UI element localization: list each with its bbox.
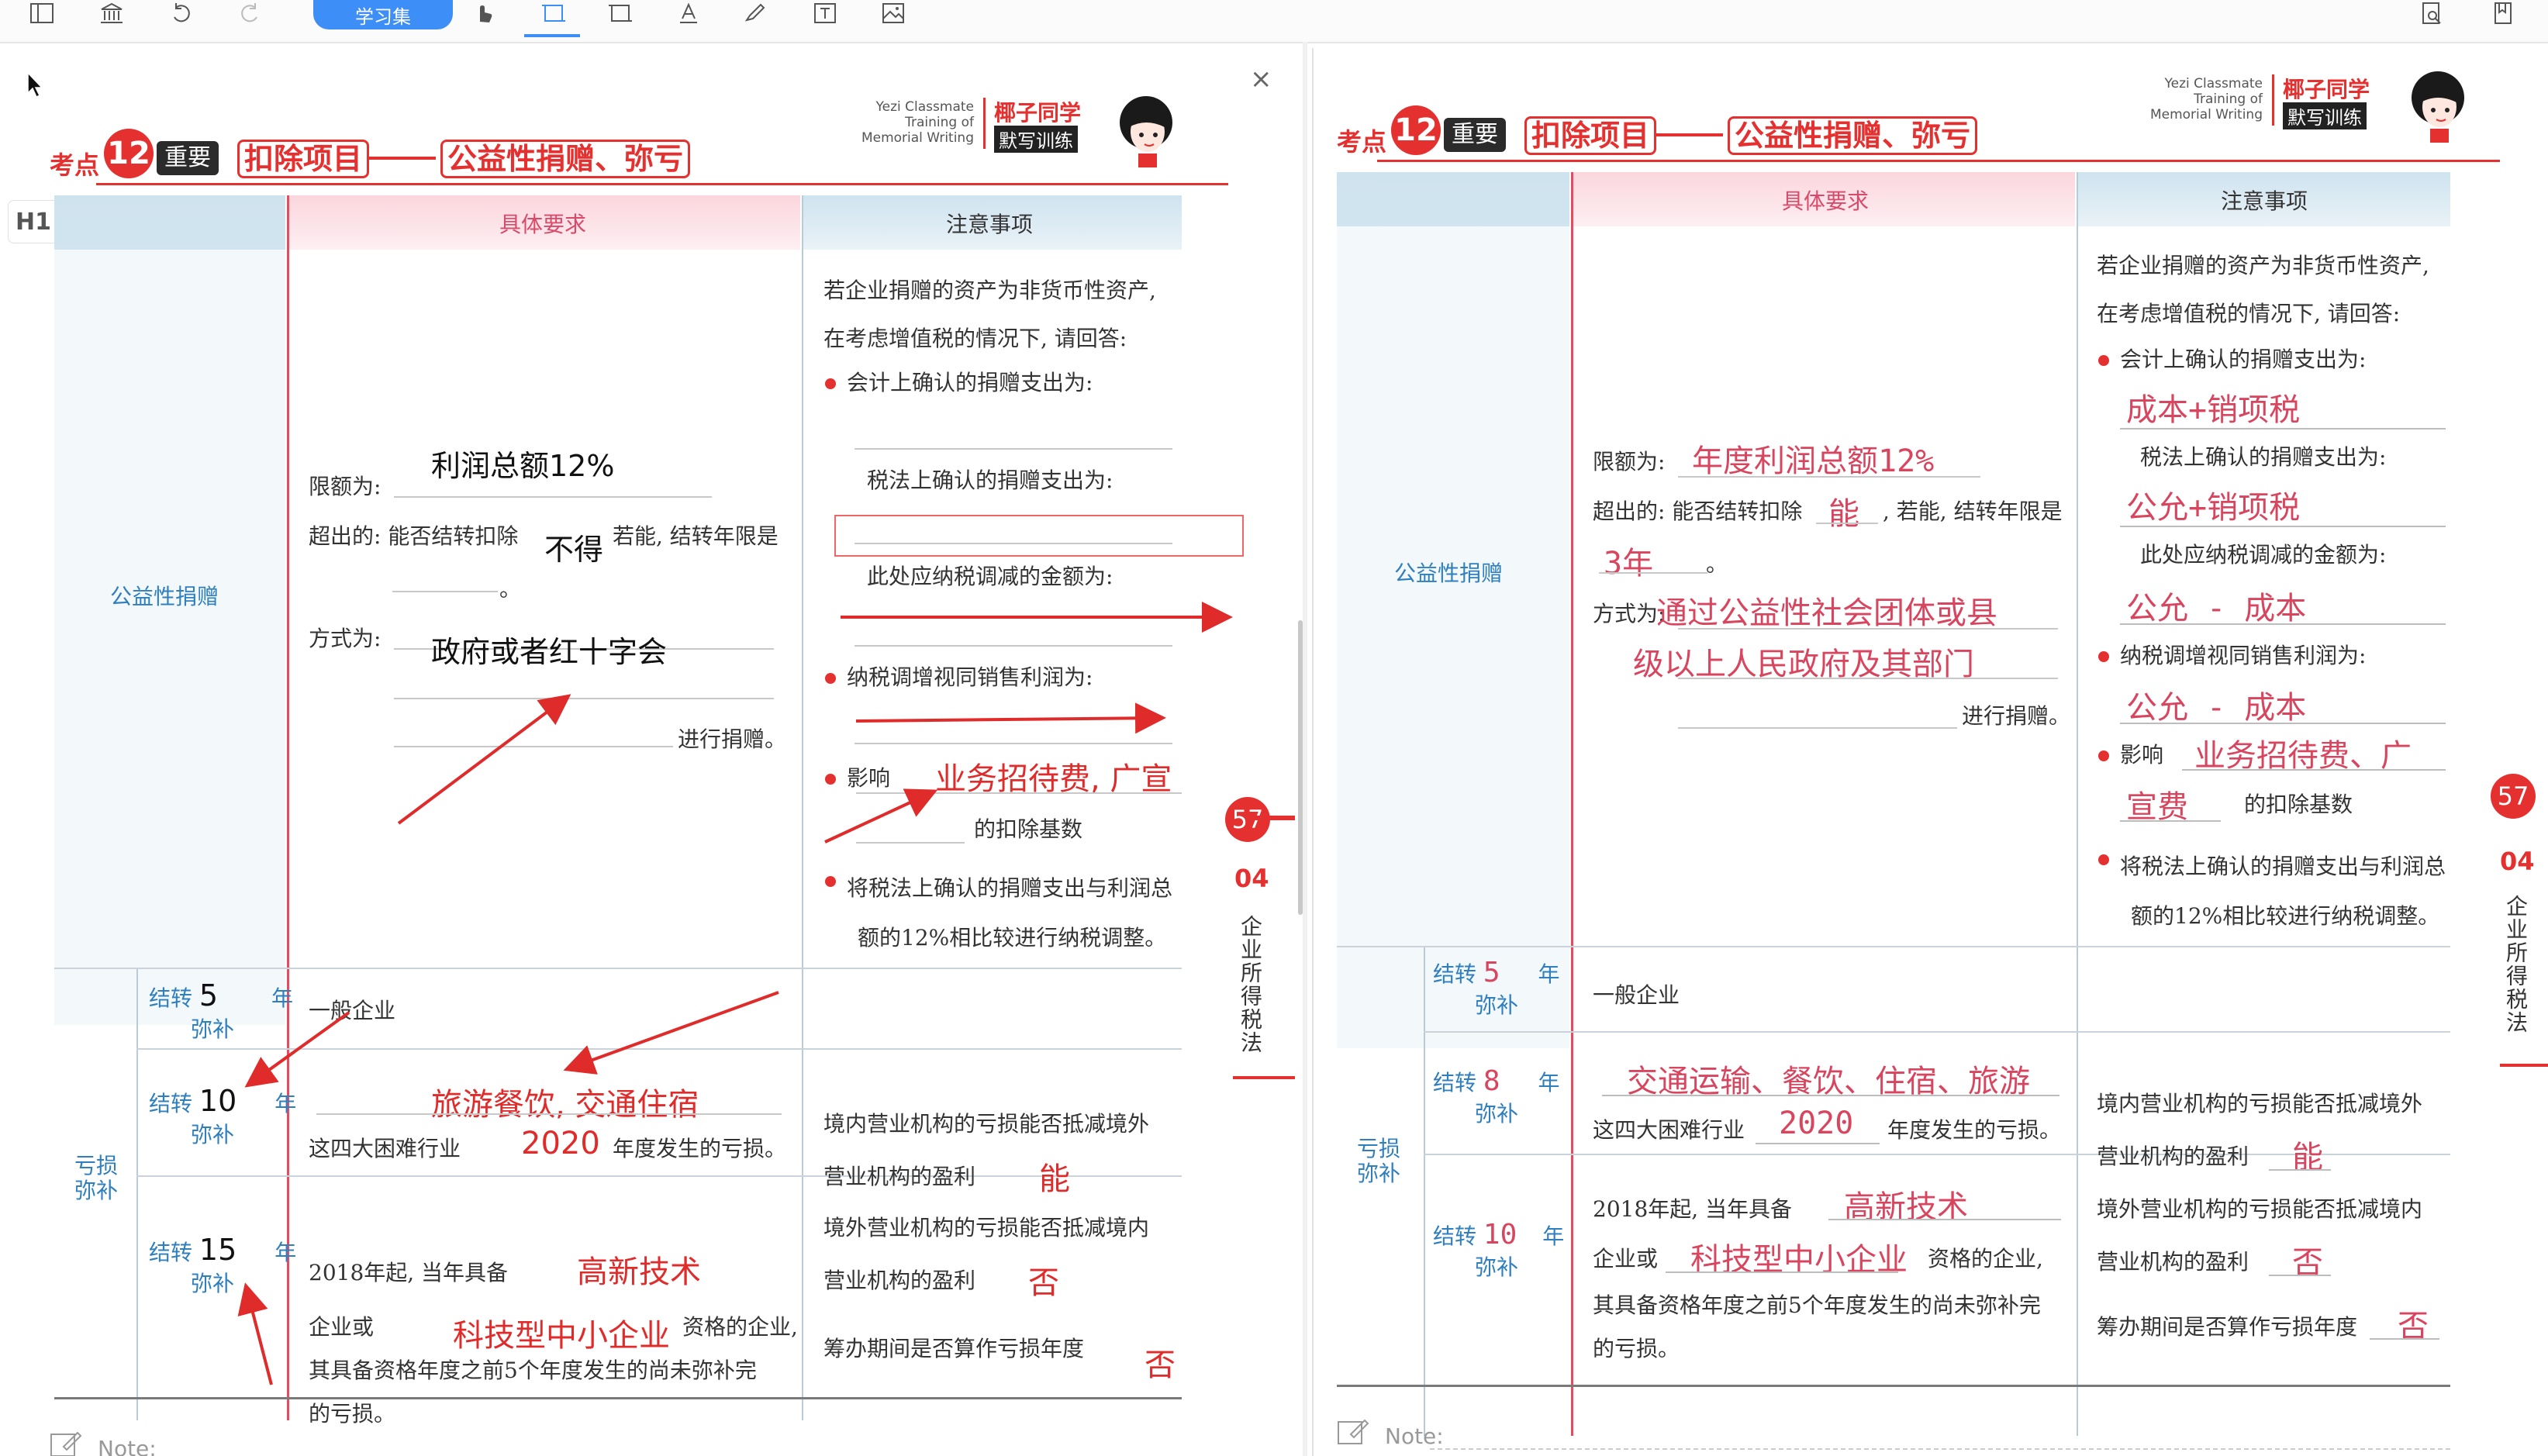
bullet-icon xyxy=(825,876,836,887)
bullet-icon xyxy=(825,378,836,389)
handwritten-smallbiz[interactable]: 科技型中小企业 xyxy=(453,1310,670,1355)
col-title-notes: 注意事项 xyxy=(946,212,1034,237)
row-label-donation: 公益性捐赠 xyxy=(110,584,219,609)
h1-badge[interactable]: H1 xyxy=(8,200,59,243)
arrow-7 xyxy=(237,1282,273,1385)
importance-tag: 重要 xyxy=(157,141,219,175)
annotation-box[interactable] xyxy=(834,515,1244,557)
handwritten-years-2[interactable]: 10 xyxy=(199,1084,237,1118)
handwritten-answer-1[interactable]: 能 xyxy=(1039,1154,1070,1199)
handwritten-industries[interactable]: 旅游餐饮, 交通住宿 xyxy=(431,1079,699,1124)
handwritten-method[interactable]: 政府或者红十字会 xyxy=(431,628,667,671)
study-set-button[interactable]: 学习集 xyxy=(313,0,453,29)
arrow-1 xyxy=(397,694,571,825)
handwritten-limit[interactable]: 利润总额12% xyxy=(431,442,614,485)
toolbar: 学习集 xyxy=(0,0,2548,43)
note-icon xyxy=(1337,1416,1371,1450)
undo-icon[interactable] xyxy=(166,0,197,26)
chapter-number: 04 xyxy=(1234,864,1269,893)
active-tool-indicator xyxy=(524,34,580,37)
row-label-loss: 亏损 弥补 xyxy=(74,1153,119,1203)
crop-select-icon[interactable] xyxy=(538,0,569,26)
note-label: Note: xyxy=(98,1436,157,1456)
answer-limit: 年度利润总额12% xyxy=(1692,443,1935,479)
scrollbar[interactable] xyxy=(1298,620,1303,915)
topic-number-badge: 12 xyxy=(104,129,154,178)
redo-icon[interactable] xyxy=(234,0,265,26)
handwritten-answer-2[interactable]: 否 xyxy=(1028,1258,1059,1302)
bookmark-icon[interactable] xyxy=(2488,0,2519,26)
handwritten-answer-3[interactable]: 否 xyxy=(1145,1340,1176,1385)
handwritten-years-1[interactable]: 5 xyxy=(199,978,218,1013)
brand-sub: 默写训练 xyxy=(994,126,1078,153)
brand-name: 椰子同学 xyxy=(994,100,1082,126)
textbox-icon[interactable] xyxy=(810,0,841,26)
page-divider xyxy=(1303,42,1307,1456)
library-icon[interactable] xyxy=(96,0,127,26)
arrow-4 xyxy=(824,788,938,844)
handwritten-excess[interactable]: 不得 xyxy=(544,526,603,568)
bullet-icon xyxy=(2098,750,2109,761)
bullet-icon xyxy=(825,774,836,785)
brand-logo: Yezi Classmate Training of Memorial Writ… xyxy=(851,93,1185,178)
chapter-title: 企业所得税法 xyxy=(1238,915,1263,1054)
search-doc-icon[interactable] xyxy=(2416,0,2447,26)
right-page: 考点 12 重要 扣除项目 公益性捐赠、弥亏 Yezi Classmate Tr… xyxy=(1312,48,2548,1456)
rect-select-icon[interactable] xyxy=(605,0,636,26)
text-icon[interactable] xyxy=(673,0,704,26)
note-label: Note: xyxy=(1385,1423,1444,1449)
page-number-badge: 57 xyxy=(2491,774,2536,819)
note-icon xyxy=(50,1428,84,1456)
header-title-b: 公益性捐赠、弥亏 xyxy=(440,140,691,178)
close-button[interactable]: × xyxy=(1250,64,1272,95)
image-icon[interactable] xyxy=(878,0,909,26)
kaodian-label: 考点 xyxy=(50,150,100,180)
header-title-a: 扣除项目 xyxy=(237,140,370,178)
mascot-icon xyxy=(2412,71,2464,143)
col-title-requirement: 具体要求 xyxy=(499,212,587,237)
sidebar-icon[interactable] xyxy=(26,0,57,26)
header-underline xyxy=(96,183,1228,185)
loss-row-3: 结转 15 年 弥补 xyxy=(149,1233,297,1296)
bullet-icon xyxy=(2098,854,2109,865)
arrow-5 xyxy=(563,991,779,1075)
pen-icon[interactable] xyxy=(740,0,771,26)
loss-row-2: 结转 10 年 弥补 xyxy=(149,1084,297,1147)
bullet-icon xyxy=(2098,651,2109,662)
mascot-icon xyxy=(1120,96,1172,167)
header-dash xyxy=(369,157,436,160)
left-page: H1 × 考点 12 重要 扣除项目 公益性捐赠、弥亏 Yezi Classma… xyxy=(0,48,1295,1456)
mouse-cursor-icon xyxy=(27,71,43,98)
hand-icon[interactable] xyxy=(468,0,499,26)
bullet-icon xyxy=(825,673,836,684)
bullet-icon xyxy=(2098,355,2109,366)
brand-logo: Yezi Classmate Training of Memorial Writ… xyxy=(2135,70,2477,155)
loss-row-1: 结转 5 年 弥补 xyxy=(149,978,294,1042)
handwritten-years-3[interactable]: 15 xyxy=(199,1233,237,1267)
arrow-3 xyxy=(855,702,1166,734)
handwritten-year-2020[interactable]: 2020 xyxy=(521,1126,600,1161)
handwritten-hightech[interactable]: 高新技术 xyxy=(577,1247,701,1292)
